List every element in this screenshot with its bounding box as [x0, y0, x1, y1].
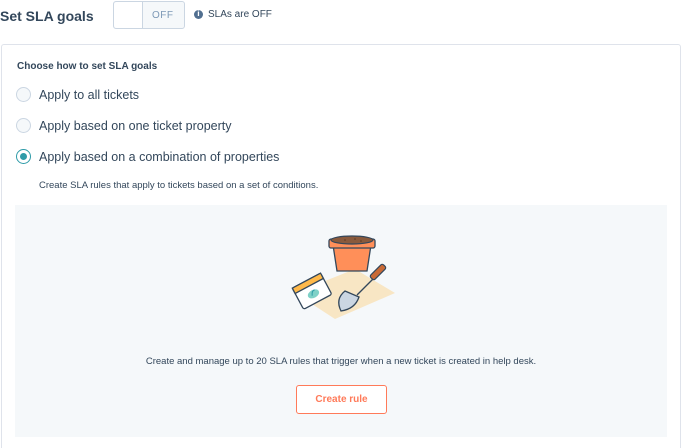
option-label: Apply based on a combination of properti… — [39, 149, 280, 164]
garden-illustration-icon — [291, 235, 395, 319]
option-label: Apply to all tickets — [39, 87, 140, 102]
empty-state: Create and manage up to 20 SLA rules tha… — [15, 205, 667, 437]
option-one-property[interactable]: Apply based on one ticket property — [16, 118, 231, 133]
sla-header: Set SLA goals OFF i SLAs are OFF — [0, 0, 682, 34]
sla-toggle[interactable]: OFF — [113, 1, 185, 29]
section-title: Choose how to set SLA goals — [17, 61, 158, 72]
radio-button[interactable] — [16, 118, 31, 133]
toggle-knob[interactable] — [114, 2, 143, 28]
option-all-tickets[interactable]: Apply to all tickets — [16, 87, 139, 102]
sla-status: i SLAs are OFF — [194, 9, 272, 20]
radio-button-selected[interactable] — [16, 149, 31, 164]
option-label: Apply based on one ticket property — [39, 118, 232, 133]
toggle-label: OFF — [152, 10, 174, 21]
option-combination-properties[interactable]: Apply based on a combination of properti… — [16, 149, 279, 164]
sla-settings-panel: Choose how to set SLA goals Apply to all… — [1, 44, 681, 448]
page-title: Set SLA goals — [0, 8, 94, 24]
create-rule-button[interactable]: Create rule — [296, 385, 387, 414]
radio-button[interactable] — [16, 87, 31, 102]
option-description: Create SLA rules that apply to tickets b… — [39, 180, 319, 191]
info-icon: i — [194, 10, 203, 19]
empty-state-message: Create and manage up to 20 SLA rules tha… — [145, 356, 537, 367]
status-text: SLAs are OFF — [208, 9, 272, 20]
